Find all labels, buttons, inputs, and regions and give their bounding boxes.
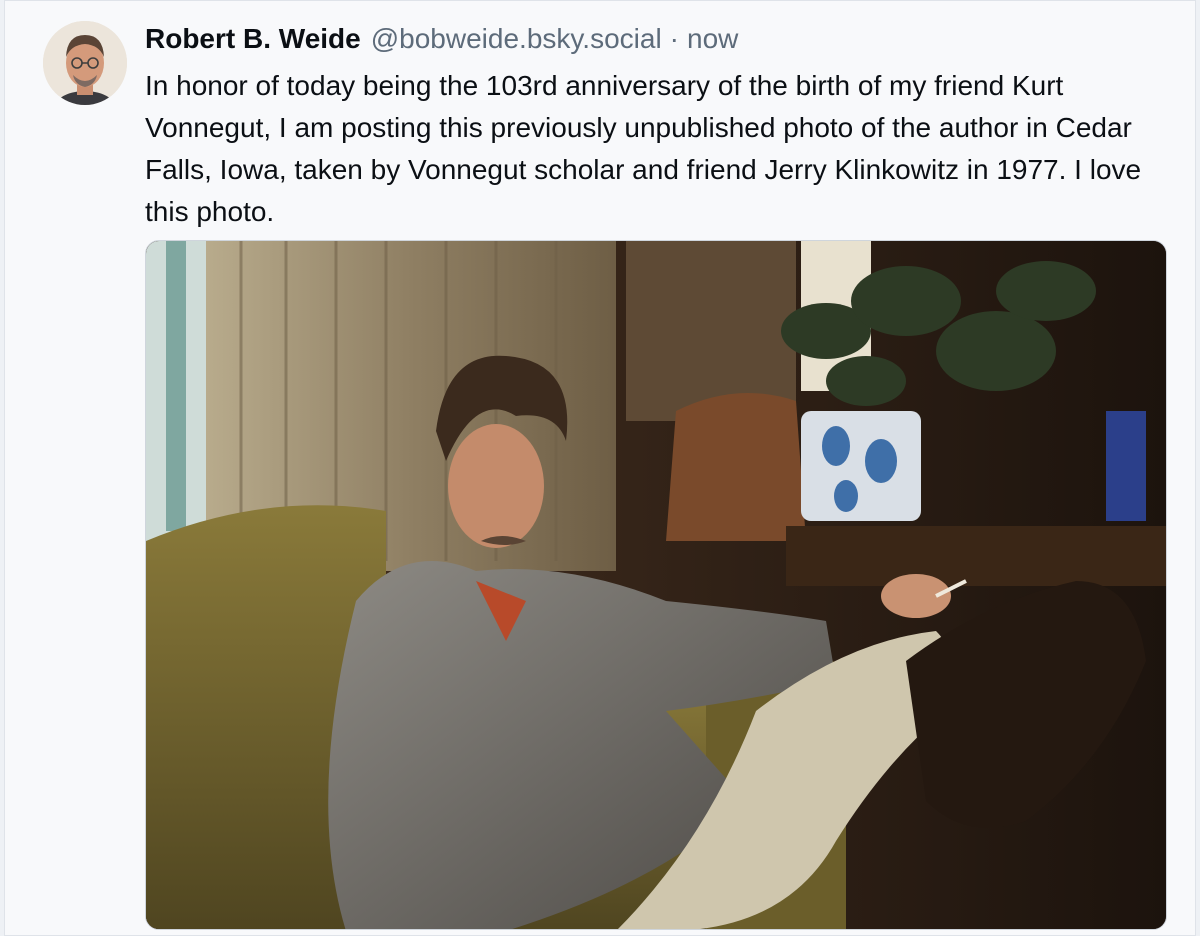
post-image[interactable] [145,240,1167,930]
avatar-photo-icon [43,21,127,105]
photo-man-in-armchair-icon [146,241,1166,929]
post-timestamp[interactable]: now [687,23,738,55]
post-card: Robert B. Weide @bobweide.bsky.social · … [4,0,1196,936]
post-header: Robert B. Weide @bobweide.bsky.social · … [145,23,738,59]
author-display-name[interactable]: Robert B. Weide [145,23,361,55]
author-handle[interactable]: @bobweide.bsky.social [371,23,662,55]
post-text: In honor of today being the 103rd annive… [145,70,1142,227]
author-avatar[interactable] [43,21,127,105]
header-separator: · [669,23,679,54]
